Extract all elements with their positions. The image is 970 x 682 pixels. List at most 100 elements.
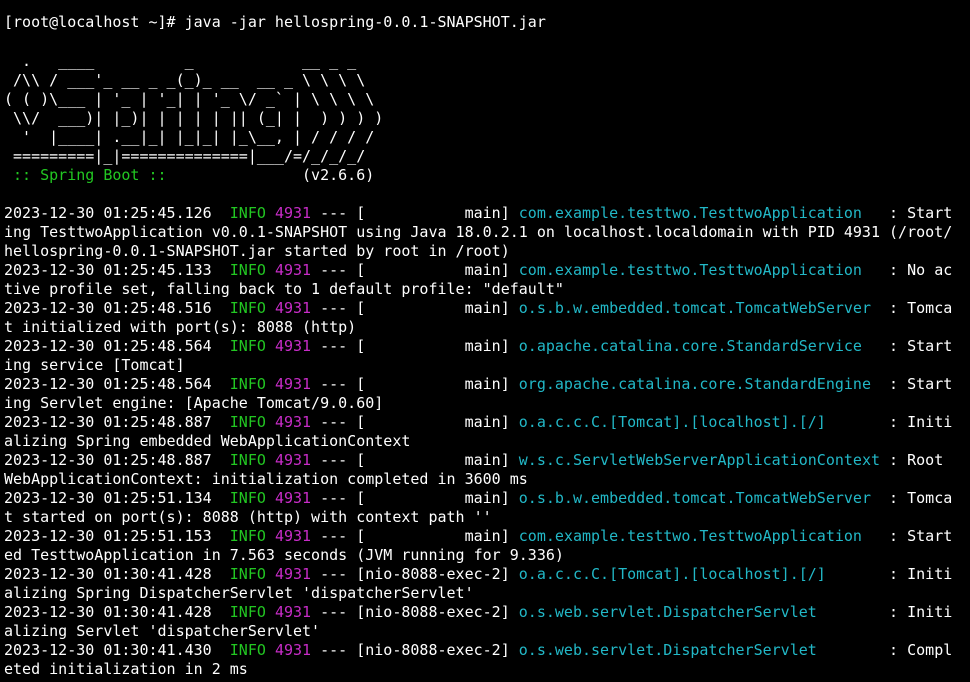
log-message-continued: ing Servlet engine: [Apache Tomcat/9.0.6… (4, 394, 384, 412)
log-pid: 4931 (274, 641, 312, 659)
log-entry: 2023-12-30 01:25:51.153 INFO 4931 --- [ … (4, 527, 952, 546)
log-timestamp: 2023-12-30 01:25:48.564 (4, 337, 212, 355)
log-message: : Initi (880, 565, 953, 583)
log-message-continued: alizing Spring DispatcherServlet 'dispat… (4, 584, 474, 602)
log-pid: 4931 (274, 451, 312, 469)
log-message: : Start (880, 337, 953, 355)
log-separator: --- [ (311, 375, 366, 393)
log-pid: 4931 (274, 527, 312, 545)
log-entry: 2023-12-30 01:25:51.134 INFO 4931 --- [ … (4, 489, 952, 508)
log-level: INFO (229, 375, 266, 393)
log-logger: com.example.testtwo.TesttwoApplication (518, 527, 881, 545)
log-message-continued: hellospring-0.0.1-SNAPSHOT.jar started b… (4, 242, 510, 260)
log-thread: nio-8088-exec-2] (365, 603, 519, 621)
log-message: : Tomca (880, 489, 953, 507)
spring-boot-version: (v2.6.6) (175, 166, 375, 184)
log-separator: --- [ (311, 489, 366, 507)
log-entry: 2023-12-30 01:30:41.428 INFO 4931 --- [n… (4, 603, 952, 622)
log-logger: w.s.c.ServletWebServerApplicationContext (518, 451, 881, 469)
log-message-continued: alizing Servlet 'dispatcherServlet' (4, 622, 321, 640)
log-level: INFO (229, 204, 266, 222)
log-level: INFO (229, 451, 266, 469)
log-thread: main] (365, 527, 519, 545)
log-entry: 2023-12-30 01:25:48.564 INFO 4931 --- [ … (4, 375, 952, 394)
log-separator: --- [ (311, 603, 366, 621)
log-message-continued: WebApplicationContext: initialization co… (4, 470, 528, 488)
log-thread: main] (365, 451, 519, 469)
log-message-continued: alizing Spring embedded WebApplicationCo… (4, 432, 411, 450)
log-pid: 4931 (274, 603, 312, 621)
log-pid: 4931 (274, 413, 312, 431)
banner-line: =========|_|==============|___/=/_/_/_/ (4, 147, 366, 165)
log-separator: --- [ (311, 413, 366, 431)
log-thread: main] (365, 261, 519, 279)
log-logger: o.s.b.w.embedded.tomcat.TomcatWebServer (518, 299, 881, 317)
banner-line: ( ( )\___ | '_ | '_| | '_ \/ _` | \ \ \ … (4, 90, 375, 108)
spring-boot-version-line: :: Spring Boot :: (v2.6.6) (4, 166, 374, 185)
log-timestamp: 2023-12-30 01:30:41.428 (4, 565, 212, 583)
log-logger: o.s.b.w.embedded.tomcat.TomcatWebServer (518, 489, 881, 507)
log-entry: 2023-12-30 01:25:48.564 INFO 4931 --- [ … (4, 337, 952, 356)
log-level: INFO (229, 299, 266, 317)
log-timestamp: 2023-12-30 01:30:41.428 (4, 603, 212, 621)
log-separator: --- [ (311, 299, 366, 317)
log-entry: 2023-12-30 01:25:48.887 INFO 4931 --- [ … (4, 451, 943, 470)
log-message: : Start (880, 375, 953, 393)
terminal-window[interactable]: [root@localhost ~]# java -jar hellosprin… (0, 0, 970, 682)
log-separator: --- [ (311, 565, 366, 583)
log-thread: main] (365, 337, 519, 355)
log-entry: 2023-12-30 01:25:45.133 INFO 4931 --- [ … (4, 261, 952, 280)
log-message: : Tomca (880, 299, 953, 317)
log-thread: main] (365, 375, 519, 393)
log-level: INFO (229, 603, 266, 621)
log-timestamp: 2023-12-30 01:25:51.153 (4, 527, 212, 545)
log-timestamp: 2023-12-30 01:25:48.887 (4, 451, 212, 469)
log-pid: 4931 (274, 489, 312, 507)
log-message: : No ac (880, 261, 953, 279)
log-thread: nio-8088-exec-2] (365, 641, 519, 659)
spring-boot-label: :: Spring Boot :: (4, 166, 176, 184)
log-timestamp: 2023-12-30 01:25:48.516 (4, 299, 212, 317)
log-level: INFO (229, 641, 266, 659)
log-separator: --- [ (311, 641, 366, 659)
log-thread: main] (365, 299, 519, 317)
log-pid: 4931 (274, 337, 312, 355)
log-level: INFO (229, 565, 266, 583)
log-logger: o.s.web.servlet.DispatcherServlet (518, 641, 881, 659)
log-entry: 2023-12-30 01:30:41.428 INFO 4931 --- [n… (4, 565, 952, 584)
log-separator: --- [ (311, 527, 366, 545)
log-entry: 2023-12-30 01:30:41.430 INFO 4931 --- [n… (4, 641, 952, 660)
log-separator: --- [ (311, 261, 366, 279)
banner-line: \\/ ___)| |_)| | | | | || (_| | ) ) ) ) (4, 109, 384, 127)
log-message-continued: ing service [Tomcat] (4, 356, 185, 374)
log-logger: com.example.testtwo.TesttwoApplication (518, 261, 881, 279)
log-thread: main] (365, 204, 519, 222)
log-level: INFO (229, 527, 266, 545)
log-logger: o.apache.catalina.core.StandardService (518, 337, 881, 355)
command-prompt: [root@localhost ~]# java -jar hellosprin… (4, 13, 546, 31)
log-message-continued: eted initialization in 2 ms (4, 660, 248, 678)
log-pid: 4931 (274, 375, 312, 393)
log-pid: 4931 (274, 299, 312, 317)
log-message: : Compl (880, 641, 953, 659)
log-timestamp: 2023-12-30 01:30:41.430 (4, 641, 212, 659)
log-timestamp: 2023-12-30 01:25:45.133 (4, 261, 212, 279)
log-timestamp: 2023-12-30 01:25:48.564 (4, 375, 212, 393)
log-message: : Initi (880, 413, 953, 431)
log-logger: org.apache.catalina.core.StandardEngine (518, 375, 881, 393)
log-message: : Initi (880, 603, 953, 621)
log-logger: com.example.testtwo.TesttwoApplication (518, 204, 881, 222)
log-logger: o.a.c.c.C.[Tomcat].[localhost].[/] (518, 565, 881, 583)
log-logger: o.s.web.servlet.DispatcherServlet (518, 603, 881, 621)
log-level: INFO (229, 489, 266, 507)
log-timestamp: 2023-12-30 01:25:48.887 (4, 413, 212, 431)
log-pid: 4931 (274, 261, 312, 279)
log-timestamp: 2023-12-30 01:25:45.126 (4, 204, 212, 222)
banner-line: . ____ _ __ _ _ (4, 52, 357, 70)
log-pid: 4931 (274, 204, 312, 222)
log-message-continued: ed TesttwoApplication in 7.563 seconds (… (4, 546, 564, 564)
log-separator: --- [ (311, 451, 366, 469)
log-message-continued: tive profile set, falling back to 1 defa… (4, 280, 564, 298)
banner-line: /\\ / ___'_ __ _ _(_)_ __ __ _ \ \ \ \ (4, 71, 366, 89)
log-entry: 2023-12-30 01:25:45.126 INFO 4931 --- [ … (4, 204, 952, 223)
